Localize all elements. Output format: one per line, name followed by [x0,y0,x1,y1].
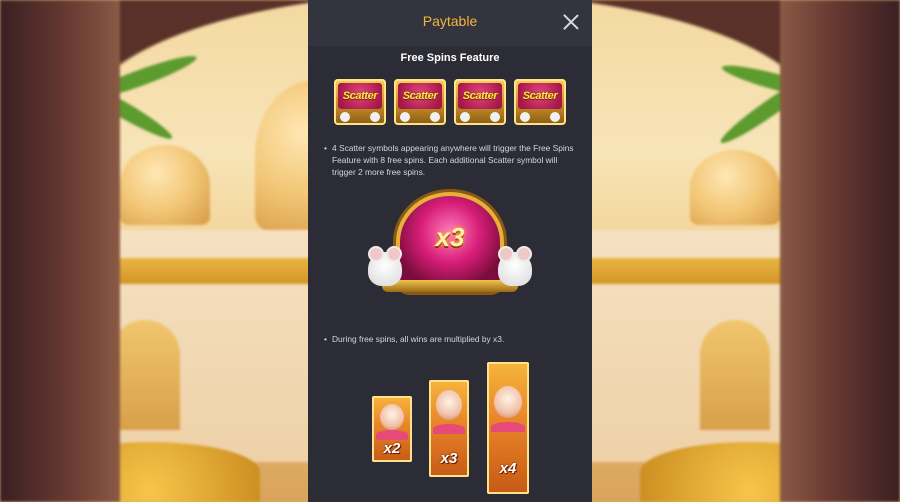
wild-multiplier-label: x3 [440,450,458,467]
scatter-symbol-icon: Scatter [514,79,566,125]
ganesha-wild-icon: x4 [487,362,529,494]
section-title: Free Spins Feature [400,52,500,64]
scatter-label: Scatter [462,90,498,102]
multiplier-x3-icon: x3 [362,196,538,292]
multiplier-label: x3 [435,222,465,252]
ganesha-figure [436,390,462,420]
wild-multiplier-label: x4 [499,460,517,477]
palace-window [700,320,770,430]
scatter-label: Scatter [522,90,558,102]
wild-symbol-row: x2 x3 x4 [308,362,592,502]
multiplier-description-text: During free spins, all wins are multipli… [324,333,574,345]
ganesha-wild-icon: x2 [372,396,412,462]
archway-pillar-right [780,0,900,502]
free-spins-trigger-text: 4 Scatter symbols appearing anywhere wil… [324,142,574,178]
mouse-icon [368,246,402,286]
lotus-base [433,424,465,434]
scatter-symbol-icon: Scatter [454,79,506,125]
ganesha-figure [380,404,404,430]
scatter-symbol-icon: Scatter [394,79,446,125]
lotus-base [491,422,525,432]
scatter-label: Scatter [342,90,378,102]
multiplier-frame: x3 [400,196,500,288]
archway-pillar-left [0,0,120,502]
panel-title: Paytable [422,13,478,29]
ganesha-wild-icon: x3 [429,380,469,477]
multiplier-base [382,280,518,292]
ganesha-figure [494,386,522,418]
dome-left [120,145,210,225]
wild-multiplier-label: x2 [383,440,401,457]
palace-window [110,320,180,430]
mouse-icon [498,246,532,286]
dome-right [690,150,780,225]
scatter-symbol-icon: Scatter [334,79,386,125]
paytable-panel: Paytable Free Spins Feature Scatter Scat… [308,0,592,502]
close-icon[interactable] [560,11,582,33]
scatter-symbol-row: Scatter Scatter Scatter Scatter [308,79,592,125]
panel-header: Paytable [308,0,592,46]
scatter-label: Scatter [402,90,438,102]
lotus-base [376,430,408,440]
